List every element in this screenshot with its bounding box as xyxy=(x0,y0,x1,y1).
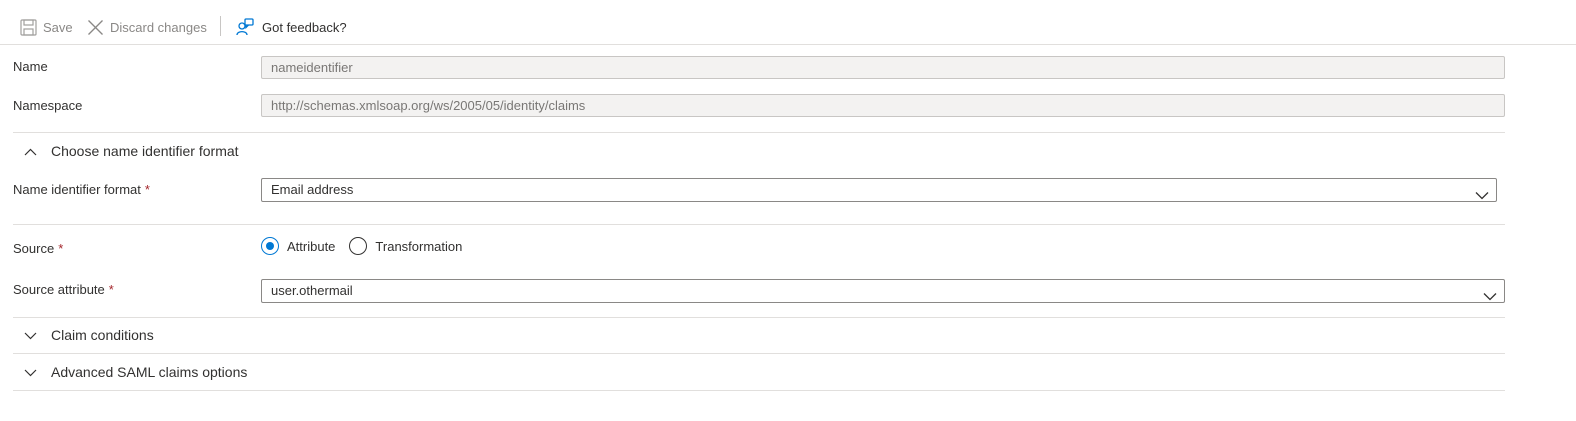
name-identifier-section-header[interactable]: Choose name identifier format xyxy=(13,139,239,163)
feedback-button[interactable]: Got feedback? xyxy=(236,15,347,39)
required-marker: * xyxy=(58,241,64,256)
source-attribute-value: user.othermail xyxy=(271,283,353,298)
radio-label: Transformation xyxy=(375,238,463,254)
source-radio-transformation[interactable]: Transformation xyxy=(349,237,462,255)
namespace-field: http://schemas.xmlsoap.org/ws/2005/05/id… xyxy=(261,94,1505,117)
name-label: Name xyxy=(13,59,48,74)
name-identifier-format-select[interactable]: Email address xyxy=(261,178,1497,202)
radio-checked-icon xyxy=(261,237,279,255)
source-radio-group: Attribute Transformation xyxy=(261,236,476,256)
claim-conditions-title: Claim conditions xyxy=(51,327,154,343)
divider xyxy=(13,317,1505,318)
divider xyxy=(13,353,1505,354)
chevron-down-icon xyxy=(1483,286,1497,308)
divider xyxy=(13,132,1505,133)
source-radio-attribute[interactable]: Attribute xyxy=(261,237,335,255)
claim-conditions-section-header[interactable]: Claim conditions xyxy=(13,323,154,347)
feedback-icon xyxy=(236,18,254,36)
divider xyxy=(13,224,1505,225)
radio-unchecked-icon xyxy=(349,237,368,255)
required-marker: * xyxy=(144,182,150,197)
chevron-up-icon xyxy=(13,143,37,159)
source-attribute-label: Source attribute * xyxy=(13,282,114,297)
save-label: Save xyxy=(43,19,73,35)
divider xyxy=(13,390,1505,391)
advanced-saml-section-header[interactable]: Advanced SAML claims options xyxy=(13,360,247,384)
feedback-label: Got feedback? xyxy=(262,19,347,35)
discard-label: Discard changes xyxy=(110,19,207,35)
source-label: Source * xyxy=(13,241,64,256)
advanced-saml-title: Advanced SAML claims options xyxy=(51,364,248,380)
discard-icon xyxy=(87,19,104,36)
chevron-down-icon xyxy=(13,327,37,343)
name-identifier-format-label: Name identifier format * xyxy=(13,182,150,197)
required-marker: * xyxy=(108,282,114,297)
toolbar-divider xyxy=(220,16,221,36)
chevron-down-icon xyxy=(1475,185,1489,207)
save-button[interactable]: Save xyxy=(20,15,73,39)
save-icon xyxy=(20,18,37,36)
name-identifier-section-title: Choose name identifier format xyxy=(51,143,239,159)
chevron-down-icon xyxy=(13,364,37,380)
namespace-label: Namespace xyxy=(13,98,83,113)
name-identifier-format-value: Email address xyxy=(271,182,354,197)
command-bar: Save Discard changes Got feedback? xyxy=(0,0,1576,45)
source-attribute-select[interactable]: user.othermail xyxy=(261,279,1505,303)
radio-label: Attribute xyxy=(287,238,336,254)
discard-changes-button[interactable]: Discard changes xyxy=(87,15,207,39)
name-field: nameidentifier xyxy=(261,56,1505,79)
